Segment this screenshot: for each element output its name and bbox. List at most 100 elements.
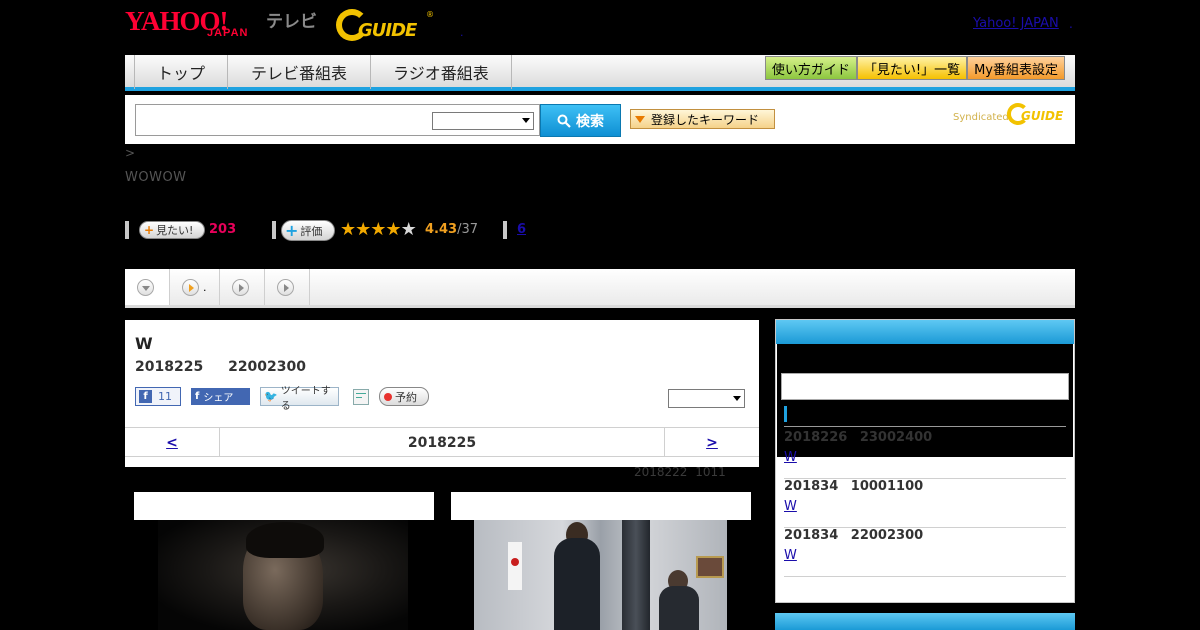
divider: [272, 221, 276, 239]
subtab-4[interactable]: [265, 269, 310, 305]
program-title: W: [135, 334, 153, 353]
program-datetime: 2018225 22002300: [135, 359, 306, 375]
tweet-button[interactable]: 🐦 ツイートする: [260, 386, 339, 412]
facebook-icon: f: [139, 390, 152, 403]
photo-person-body: [554, 538, 600, 630]
nav-tab-top[interactable]: トップ: [135, 55, 229, 89]
sidebar-header: [776, 320, 1074, 344]
header-dot-link-right[interactable]: .: [1069, 17, 1073, 31]
subtab-3[interactable]: [220, 269, 265, 305]
rate-button[interactable]: + 評価: [281, 220, 335, 241]
date-pager: < 2018225 >: [125, 427, 759, 457]
japan-logo-text: JAPAN: [207, 27, 249, 39]
pager-current-date: 2018225: [407, 434, 477, 451]
twitter-bird-icon: 🐦: [264, 390, 278, 403]
subtab-2[interactable]: .: [170, 269, 220, 305]
divider: [503, 221, 507, 239]
rating-stars: ★★★★★: [340, 219, 417, 240]
pager-prev-link[interactable]: <: [125, 428, 220, 457]
review-count-link[interactable]: 6: [517, 222, 526, 237]
updated-time: 1011: [695, 465, 726, 479]
plus-icon: +: [144, 223, 155, 237]
photo-hair-shape: [246, 522, 324, 558]
program-card: W 2018225 22002300 f 11 f シェア 🐦 ツイートする 予…: [125, 320, 759, 467]
main-nav: トップ テレビ番組表 ラジオ番組表 使い方ガイド 「見たい!」一覧 My番組表設…: [125, 55, 1075, 91]
program-photo[interactable]: [158, 520, 408, 630]
star-icon: ★: [355, 219, 371, 240]
photo-painting-shape: [696, 556, 724, 578]
record-dot-icon: [384, 392, 392, 401]
nav-buttons: 使い方ガイド 「見たい!」一覧 My番組表設定: [764, 56, 1065, 80]
rate-label: 評価: [300, 224, 323, 238]
photo-person-body: [659, 586, 699, 630]
dropdown-arrow-icon: [522, 118, 530, 123]
facebook-icon: f: [195, 391, 200, 402]
subtab-overview[interactable]: [125, 269, 170, 305]
mitai-label: 見たい!: [156, 224, 194, 237]
list-item: 2018226 23002400 W: [784, 430, 1066, 479]
yahoo-japan-link[interactable]: Yahoo! JAPAN: [973, 16, 1059, 31]
updated-timestamp: 2018222 1011: [634, 465, 726, 479]
divider: [125, 221, 129, 239]
broadcast-datetime: 2018226 23002400: [784, 430, 933, 445]
broadcast-link[interactable]: W: [784, 450, 797, 465]
dropdown-triangle-icon: [635, 115, 645, 123]
syndicated-label: Syndicated: [953, 112, 1009, 123]
star-empty-icon: ★: [400, 219, 417, 240]
chevron-down-icon: [137, 278, 154, 296]
search-bar: 検索 登録したキーワード Syndicated GUIDE: [125, 95, 1075, 144]
search-button-label: 検索: [576, 113, 604, 130]
broadcast-datetime: 201834 22002300: [784, 528, 924, 543]
star-icon: ★: [370, 219, 386, 240]
updated-date: 2018222: [634, 465, 688, 479]
share-label: シェア: [203, 393, 234, 404]
sidebar-header-2: [775, 613, 1075, 630]
g-guide-logo-text: GUIDE: [358, 20, 417, 41]
syndicated-guide-text: GUIDE: [1021, 109, 1064, 123]
g-guide-logo[interactable]: GUIDE ®: [336, 9, 434, 41]
tweet-label: ツイートする: [280, 385, 331, 412]
syndicated-g-guide-logo: Syndicated GUIDE: [953, 103, 1065, 127]
rating-score-value: 4.43: [425, 222, 458, 237]
registered-keywords-button[interactable]: 登録したキーワード: [630, 109, 775, 129]
my-schedule-settings-button[interactable]: My番組表設定: [967, 56, 1065, 80]
search-category-select[interactable]: [432, 112, 534, 130]
facebook-share-button[interactable]: f シェア: [191, 388, 250, 405]
social-buttons: f 11 f シェア 🐦 ツイートする 予約: [135, 386, 429, 412]
subtab-2-label: .: [203, 280, 207, 294]
sidebar-input[interactable]: [781, 373, 1069, 400]
play-icon: [182, 278, 199, 296]
play-icon: [232, 278, 249, 296]
star-icon: ★: [385, 219, 401, 240]
broadcast-link[interactable]: W: [784, 548, 797, 563]
search-icon: [557, 114, 571, 128]
mitai-list-button[interactable]: 「見たい!」一覧: [856, 56, 968, 80]
nav-tab-radio-schedule[interactable]: ラジオ番組表: [371, 55, 512, 89]
program-photo[interactable]: [474, 520, 727, 630]
usage-guide-button[interactable]: 使い方ガイド: [764, 56, 857, 80]
rating-total: /37: [457, 222, 478, 237]
breadcrumb[interactable]: >: [125, 146, 135, 160]
nav-tab-tv-schedule[interactable]: テレビ番組表: [228, 55, 372, 89]
registered-mark: ®: [426, 10, 434, 19]
play-icon: [277, 278, 294, 296]
divider: [784, 426, 1066, 427]
sidebar-section-marker: [784, 406, 787, 422]
broadcast-schedule-sidebar: 2018226 23002400 W 201834 10001100 W 201…: [775, 319, 1075, 603]
broadcast-link[interactable]: W: [784, 499, 797, 514]
reserve-button[interactable]: 予約: [379, 387, 429, 406]
photo-flag-shape: [508, 542, 522, 590]
facebook-like-button[interactable]: f 11: [135, 387, 181, 406]
channel-name: WOWOW: [125, 170, 187, 185]
photo-caption-bar: [451, 492, 751, 520]
program-select[interactable]: [668, 389, 745, 408]
search-button[interactable]: 検索: [540, 104, 621, 137]
dropdown-arrow-icon: [733, 396, 741, 401]
pager-next-link[interactable]: >: [664, 428, 759, 457]
broadcast-datetime: 201834 10001100: [784, 479, 924, 494]
mitai-button[interactable]: + 見たい!: [139, 221, 205, 239]
header-dot-link[interactable]: .: [460, 26, 464, 39]
program-date: 2018225: [135, 359, 204, 375]
add-calendar-icon[interactable]: [353, 388, 369, 405]
photo-caption-bar: [134, 492, 434, 520]
